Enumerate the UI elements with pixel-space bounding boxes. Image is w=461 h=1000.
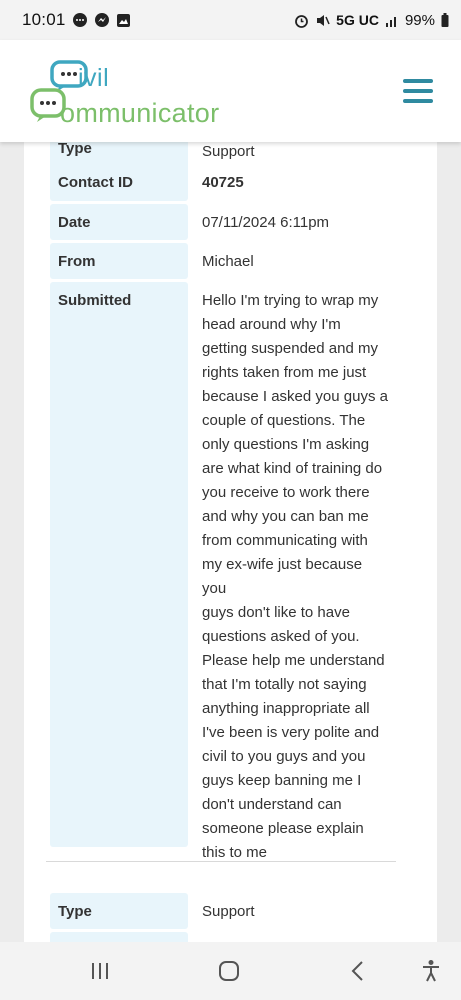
date-label: Date — [50, 204, 188, 240]
back-icon[interactable] — [344, 958, 372, 984]
message-line: guys keep banning me I — [202, 772, 362, 789]
message-line: I've been is very polite and — [202, 724, 380, 741]
message-line: my ex-wife just because you — [202, 556, 363, 597]
signal-icon — [385, 14, 399, 27]
from-label: From — [50, 243, 188, 279]
message-divider — [46, 861, 396, 862]
app-header: ivil ommunicator — [0, 40, 461, 142]
message-line: questions asked of you. — [202, 628, 360, 645]
next-type-label: Type — [50, 893, 188, 929]
contact-id-row: Contact ID 40725 — [50, 164, 397, 201]
alarm-icon — [294, 13, 309, 28]
battery-icon — [441, 13, 449, 27]
message-line: are what kind of training do — [202, 460, 383, 477]
chat-notification-icon — [72, 12, 88, 28]
next-row-partial — [50, 932, 397, 942]
message-line: someone please explain — [202, 820, 364, 837]
status-bar: 10:01 5G UC 99% — [0, 0, 461, 40]
message-details-card: Type Support Contact ID 40725 Date 07/11… — [24, 142, 437, 942]
message-line: guys don't like to have — [202, 604, 350, 621]
message-line: Hello I'm trying to wrap my — [202, 292, 379, 309]
submitted-message: Hello I'm trying to wrap my head around … — [192, 282, 397, 861]
message-line: only questions I'm asking — [202, 436, 370, 453]
message-line: head around why I'm — [202, 316, 341, 333]
message-line: rights taken from me just — [202, 364, 367, 381]
contact-id-value: 40725 — [202, 174, 244, 191]
status-time: 10:01 — [22, 10, 66, 29]
message-line: you receive to work there — [202, 484, 370, 501]
network-label: 5G UC — [336, 12, 379, 28]
message-line: don't understand can — [202, 796, 342, 813]
message-line: Please help me understand — [202, 652, 385, 669]
message-line: getting suspended and my — [202, 340, 378, 357]
next-type-row: Type Support — [50, 893, 397, 929]
contact-id-label: Contact ID — [50, 164, 188, 201]
next-type-value: Support — [202, 903, 255, 920]
message-line: and why you can ban me — [202, 508, 369, 525]
civil-communicator-logo[interactable]: ivil ommunicator — [28, 56, 268, 128]
logo-text-communicator: ommunicator — [60, 98, 220, 128]
hamburger-icon[interactable] — [403, 79, 433, 103]
message-line: anything inappropriate all — [202, 700, 370, 717]
accessibility-icon[interactable] — [418, 958, 444, 984]
date-value: 07/11/2024 6:11pm — [202, 214, 330, 231]
message-line: couple of questions. The — [202, 412, 366, 429]
mute-icon — [315, 13, 330, 28]
submitted-row: Submitted Hello I'm trying to wrap my he… — [50, 282, 397, 861]
message-line: that I'm totally not saying — [202, 676, 367, 693]
from-value: Michael — [202, 253, 254, 270]
date-row: Date 07/11/2024 6:11pm — [50, 204, 397, 240]
recents-icon[interactable] — [86, 960, 114, 982]
messenger-notification-icon — [94, 12, 110, 28]
message-line: civil to you guys and you — [202, 748, 366, 765]
submitted-label: Submitted — [50, 282, 188, 847]
next-row-label-partial — [50, 932, 188, 942]
home-icon[interactable] — [214, 958, 244, 984]
from-row: From Michael — [50, 243, 397, 279]
message-line: because I asked you guys a — [202, 388, 388, 405]
gallery-notification-icon — [116, 13, 131, 28]
system-nav-bar — [0, 942, 461, 1000]
logo-text-civil: ivil — [78, 64, 110, 92]
message-line: from communicating with — [202, 532, 368, 549]
battery-percent: 99% — [404, 11, 435, 29]
